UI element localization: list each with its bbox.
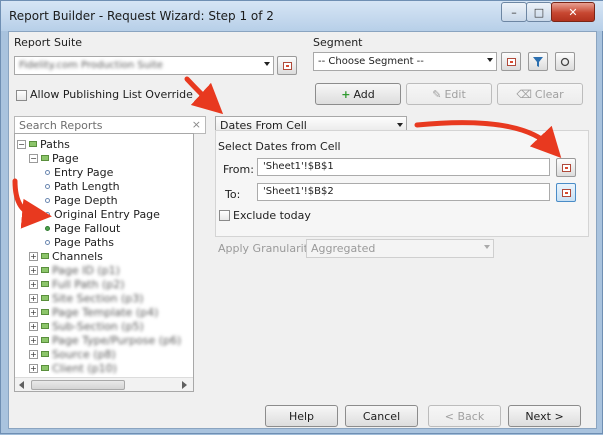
arrow-to-page-fallout xyxy=(12,178,52,229)
window-frame: Report Builder - Request Wizard: Step 1 … xyxy=(0,0,603,434)
annotation-arrows xyxy=(12,76,562,229)
arrow-to-dates-dropdown xyxy=(184,76,224,115)
arrow-to-cell-button xyxy=(414,120,562,158)
